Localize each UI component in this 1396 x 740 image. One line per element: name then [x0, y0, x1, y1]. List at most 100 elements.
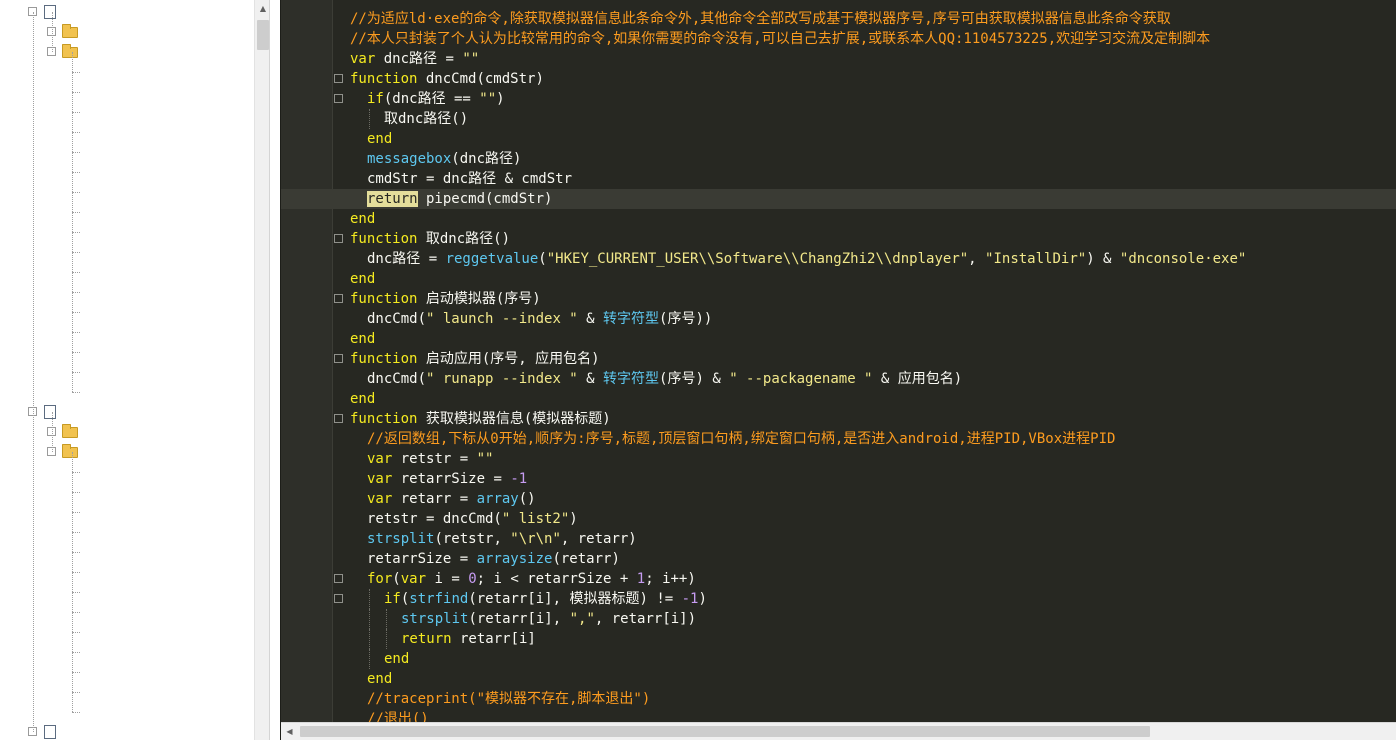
code-token-str: "dnconsole·exe" [1119, 251, 1247, 267]
tree-folder-node[interactable] [0, 422, 254, 442]
code-line[interactable]: function 获取模拟器信息(模拟器标题) [281, 409, 1396, 429]
code-line[interactable]: var dnc路径 = "" [281, 49, 1396, 69]
tree-function-item[interactable] [0, 362, 254, 382]
tree-folder-node[interactable] [0, 442, 254, 462]
code-line[interactable]: //traceprint("模拟器不存在,脚本退出") [281, 689, 1396, 709]
fold-toggle-icon[interactable] [334, 234, 343, 243]
tree-function-item[interactable] [0, 182, 254, 202]
fold-toggle-icon[interactable] [334, 574, 343, 583]
code-line[interactable]: messagebox(dnc路径) [281, 149, 1396, 169]
code-line[interactable]: var retstr = "" [281, 449, 1396, 469]
code-token-op: pipecmd(cmdStr) [417, 191, 553, 207]
tree-connector [72, 332, 80, 333]
code-token-op: ) [698, 591, 707, 607]
code-line[interactable]: //本人只封装了个人认为比较常用的命令,如果你需要的命令没有,可以自己去扩展,或… [281, 29, 1396, 49]
tree-function-item[interactable] [0, 162, 254, 182]
tree-connector [72, 612, 80, 613]
script-file-icon [44, 5, 56, 19]
code-line[interactable]: end [281, 209, 1396, 229]
code-line[interactable]: retarrSize = arraysize(retarr) [281, 549, 1396, 569]
indent-guide [369, 589, 370, 609]
tree-function-item[interactable] [0, 82, 254, 102]
tree-function-item[interactable] [0, 62, 254, 82]
tree-function-item[interactable] [0, 282, 254, 302]
code-line[interactable]: end [281, 269, 1396, 289]
tree-function-item[interactable] [0, 482, 254, 502]
tree-function-item[interactable] [0, 502, 254, 522]
fold-toggle-icon[interactable] [334, 74, 343, 83]
tree-function-item[interactable] [0, 642, 254, 662]
tree-function-item[interactable] [0, 702, 254, 722]
tree-function-item[interactable] [0, 662, 254, 682]
code-line[interactable]: if(dnc路径 == "") [281, 89, 1396, 109]
tree-function-item[interactable] [0, 222, 254, 242]
code-line[interactable]: strsplit(retarr[i], ",", retarr[i]) [281, 609, 1396, 629]
tree-function-item[interactable] [0, 582, 254, 602]
scroll-left-icon[interactable]: ◀ [281, 723, 298, 740]
editor-horizontal-scrollbar[interactable]: ◀ [281, 722, 1396, 740]
tree-vertical-scrollbar[interactable]: ▲ [254, 0, 269, 740]
tree-folder-node[interactable] [0, 42, 254, 62]
tree-function-item[interactable] [0, 522, 254, 542]
indent-guide [369, 109, 370, 129]
tree-function-item[interactable] [0, 602, 254, 622]
code-line[interactable]: return retarr[i] [281, 629, 1396, 649]
editor-scroll-thumb[interactable] [300, 726, 1150, 737]
tree-function-item[interactable] [0, 322, 254, 342]
code-line[interactable]: var retarrSize = -1 [281, 469, 1396, 489]
tree-file-node[interactable] [0, 402, 254, 422]
code-line[interactable]: return pipecmd(cmdStr) [281, 189, 1396, 209]
code-line[interactable]: strsplit(retstr, "\r\n", retarr) [281, 529, 1396, 549]
tree-function-item[interactable] [0, 562, 254, 582]
tree-connector [72, 312, 80, 313]
code-line[interactable]: retstr = dncCmd(" list2") [281, 509, 1396, 529]
tree-function-item[interactable] [0, 242, 254, 262]
tree-function-item[interactable] [0, 202, 254, 222]
code-line[interactable]: dncCmd(" launch --index " & 转字符型(序号)) [281, 309, 1396, 329]
tree-file-node[interactable] [0, 2, 254, 22]
code-editor[interactable]: //为适应ld·exe的命令,除获取模拟器信息此条命令外,其他命令全部改写成基于… [280, 0, 1396, 740]
code-line[interactable]: cmdStr = dnc路径 & cmdStr [281, 169, 1396, 189]
code-line[interactable]: for(var i = 0; i < retarrSize + 1; i++) [281, 569, 1396, 589]
code-token-op: 启动模拟器(序号) [417, 291, 541, 307]
code-line[interactable]: dncCmd(" runapp --index " & 转字符型(序号) & "… [281, 369, 1396, 389]
code-line[interactable]: function 启动应用(序号, 应用包名) [281, 349, 1396, 369]
code-line[interactable]: end [281, 649, 1396, 669]
code-token-op: (retstr, [434, 531, 511, 547]
code-line[interactable]: end [281, 329, 1396, 349]
code-line[interactable]: end [281, 389, 1396, 409]
tree-function-item[interactable] [0, 342, 254, 362]
tree-file-node[interactable] [0, 722, 254, 740]
tree-folder-node[interactable] [0, 22, 254, 42]
tree-function-item[interactable] [0, 382, 254, 402]
scroll-up-icon[interactable]: ▲ [255, 0, 269, 17]
code-text: return pipecmd(cmdStr) [367, 189, 552, 209]
tree-function-item[interactable] [0, 102, 254, 122]
fold-toggle-icon[interactable] [334, 594, 343, 603]
fold-toggle-icon[interactable] [334, 354, 343, 363]
tree-function-item[interactable] [0, 142, 254, 162]
code-token-str: "HKEY_CURRENT_USER\\Software\\ChangZhi2\… [546, 251, 969, 267]
code-line[interactable]: //为适应ld·exe的命令,除获取模拟器信息此条命令外,其他命令全部改写成基于… [281, 9, 1396, 29]
code-line[interactable]: function 启动模拟器(序号) [281, 289, 1396, 309]
code-line[interactable]: end [281, 669, 1396, 689]
code-line[interactable]: if(strfind(retarr[i], 模拟器标题) != -1) [281, 589, 1396, 609]
code-line[interactable]: var retarr = array() [281, 489, 1396, 509]
tree-function-item[interactable] [0, 302, 254, 322]
fold-toggle-icon[interactable] [334, 294, 343, 303]
code-line[interactable]: function 取dnc路径() [281, 229, 1396, 249]
code-line[interactable]: function dncCmd(cmdStr) [281, 69, 1396, 89]
tree-scroll-thumb[interactable] [257, 20, 269, 50]
code-line[interactable]: end [281, 129, 1396, 149]
tree-function-item[interactable] [0, 462, 254, 482]
tree-function-item[interactable] [0, 122, 254, 142]
fold-toggle-icon[interactable] [334, 94, 343, 103]
code-line[interactable]: 取dnc路径() [281, 109, 1396, 129]
code-line[interactable]: dnc路径 = reggetvalue("HKEY_CURRENT_USER\\… [281, 249, 1396, 269]
tree-function-item[interactable] [0, 682, 254, 702]
tree-function-item[interactable] [0, 542, 254, 562]
fold-toggle-icon[interactable] [334, 414, 343, 423]
code-line[interactable]: //返回数组,下标从0开始,顺序为:序号,标题,顶层窗口句柄,绑定窗口句柄,是否… [281, 429, 1396, 449]
tree-function-item[interactable] [0, 262, 254, 282]
tree-function-item[interactable] [0, 622, 254, 642]
